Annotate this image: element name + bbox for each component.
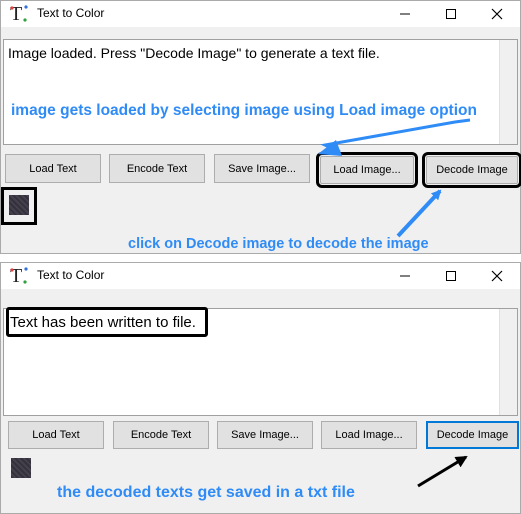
status-text: Image loaded. Press "Decode Image" to ge… xyxy=(8,45,380,61)
close-button[interactable] xyxy=(474,1,520,27)
load-text-button[interactable]: Load Text xyxy=(8,421,104,449)
app-text-icon: T xyxy=(10,3,28,24)
close-icon xyxy=(491,270,503,282)
svg-text:T: T xyxy=(10,3,22,24)
vertical-scrollbar[interactable] xyxy=(499,40,517,144)
decode-image-button[interactable]: Decode Image xyxy=(422,152,521,188)
window-title: Text to Color xyxy=(37,6,105,20)
maximize-icon xyxy=(446,9,456,19)
save-image-button[interactable]: Save Image... xyxy=(217,421,313,449)
app-window-after-decode: T Text to Color Text has been written to… xyxy=(0,262,521,514)
image-thumbnail xyxy=(9,195,29,215)
encode-text-button[interactable]: Encode Text xyxy=(113,421,209,449)
app-window-before-decode: T Text to Color Image loaded. Press "Dec… xyxy=(0,0,521,254)
image-thumbnail xyxy=(11,458,31,478)
maximize-icon xyxy=(446,271,456,281)
vertical-scrollbar[interactable] xyxy=(499,309,517,415)
svg-text:T: T xyxy=(10,265,22,286)
maximize-button[interactable] xyxy=(428,1,474,27)
output-textarea[interactable]: Text has been written to file. xyxy=(3,307,518,416)
annotation-saved-note: the decoded texts get saved in a txt fil… xyxy=(57,484,355,501)
title-bar: T Text to Color xyxy=(1,1,520,27)
decode-image-button[interactable]: Decode Image xyxy=(426,421,519,449)
save-image-button[interactable]: Save Image... xyxy=(214,154,310,183)
window-title: Text to Color xyxy=(37,268,105,282)
maximize-button[interactable] xyxy=(428,263,474,289)
annotation-decode-note: click on Decode image to decode the imag… xyxy=(128,236,429,252)
title-bar: T Text to Color xyxy=(1,263,520,289)
output-textarea[interactable]: Image loaded. Press "Decode Image" to ge… xyxy=(3,39,518,145)
annotation-load-note: image gets loaded by selecting image usi… xyxy=(11,102,477,119)
load-image-button[interactable]: Load Image... xyxy=(321,421,417,449)
minimize-icon xyxy=(400,275,410,277)
app-text-icon: T xyxy=(10,265,28,286)
close-icon xyxy=(491,8,503,20)
load-image-button[interactable]: Load Image... xyxy=(316,152,418,188)
encode-text-button[interactable]: Encode Text xyxy=(109,154,205,183)
close-button[interactable] xyxy=(474,263,520,289)
thumbnail-highlight-box xyxy=(1,187,37,225)
minimize-button[interactable] xyxy=(382,1,428,27)
status-text: Text has been written to file. xyxy=(10,314,196,331)
minimize-button[interactable] xyxy=(382,263,428,289)
minimize-icon xyxy=(400,13,410,15)
load-text-button[interactable]: Load Text xyxy=(5,154,101,183)
